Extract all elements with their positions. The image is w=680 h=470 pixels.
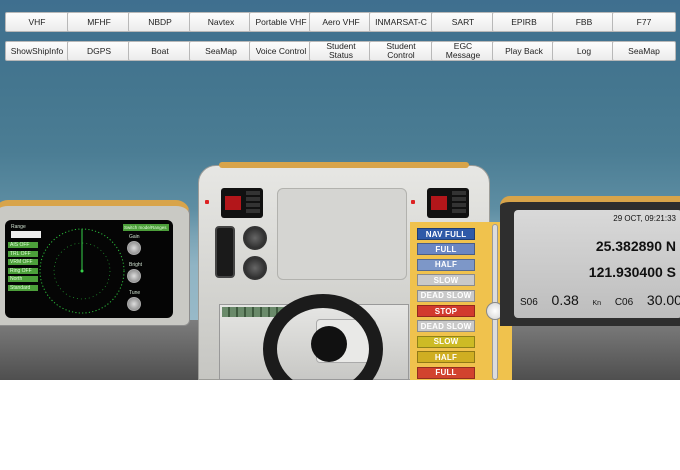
radar-knob[interactable]	[127, 297, 141, 311]
gps-speed-course-row: S06 0.38 Kn C06 30.00	[520, 292, 680, 308]
radar-option-button-3[interactable]: Ring OFF	[8, 267, 38, 274]
dial-knob-1[interactable]	[243, 226, 267, 250]
toolbar1-button-5[interactable]: Aero VHF	[309, 12, 373, 32]
gps-display: 29 OCT, 09:21:33 25.382890 N 121.930400 …	[514, 210, 680, 318]
radar-option-button-1[interactable]: TRL OFF	[8, 250, 38, 257]
toolbar2-button-7[interactable]: EGC Message	[431, 41, 495, 61]
telegraph-button-1[interactable]: FULL	[417, 243, 475, 256]
radar-scope	[39, 228, 125, 314]
bridge-simulator-scene: Range AIS OFF TRL OFF VRM OFF Ring OFF North…	[0, 0, 680, 380]
toolbar2-button-2[interactable]: Boat	[128, 41, 192, 61]
toolbar2-button-4[interactable]: Voice Control	[249, 41, 313, 61]
dial-knob-2[interactable]	[243, 256, 267, 280]
telegraph-button-4[interactable]: DEAD SLOW	[417, 289, 475, 302]
toolbar1-button-4[interactable]: Portable VHF	[249, 12, 313, 32]
radar-screen: Range AIS OFF TRL OFF VRM OFF Ring OFF North…	[5, 220, 173, 318]
telegraph-button-0[interactable]: NAV FULL	[417, 228, 475, 240]
right-indicator	[427, 188, 469, 218]
toolbar2-button-3[interactable]: SeaMap	[189, 41, 253, 61]
center-display	[277, 188, 407, 280]
engine-telegraph: NAV FULL FULL HALF SLOW DEAD SLOW STOP DEAD SL…	[410, 222, 512, 380]
left-indicator	[221, 188, 263, 218]
steering-wheel-hub	[311, 326, 347, 362]
radar-option-button-4[interactable]: North	[8, 276, 38, 282]
toolbar2-button-9[interactable]: Log	[552, 41, 616, 61]
radar-option-button-5[interactable]: Standard	[8, 284, 38, 291]
gps-latitude: 25.382890 N	[595, 238, 676, 254]
gps-panel: 29 OCT, 09:21:33 25.382890 N 121.930400 …	[500, 196, 680, 326]
radar-option-button-0[interactable]: AIS OFF	[8, 242, 38, 248]
radar-option-button-2[interactable]: VRM OFF	[8, 259, 38, 265]
toolbar1-button-3[interactable]: Navtex	[189, 12, 253, 32]
toolbar1-button-10[interactable]: F77	[612, 12, 676, 32]
radar-knob[interactable]	[127, 241, 141, 255]
toolbar2-button-1[interactable]: DGPS	[67, 41, 131, 61]
radar-range-label: Range	[11, 224, 26, 230]
sog-unit: Kn	[592, 300, 602, 307]
radar-panel: Range AIS OFF TRL OFF VRM OFF Ring OFF North…	[0, 200, 190, 326]
cog-value: 30.00	[646, 292, 680, 308]
radar-knob[interactable]	[127, 269, 141, 283]
toolbar2-button-5[interactable]: Student Status	[309, 41, 373, 61]
toolbar1-button-8[interactable]: EPIRB	[492, 12, 556, 32]
telegraph-button-9[interactable]: FULL	[417, 366, 475, 379]
radar-knob-label: Tune	[129, 290, 141, 296]
toolbar1-button-1[interactable]: MFHF	[67, 12, 131, 32]
console-trim	[219, 162, 469, 168]
radio-handset[interactable]	[215, 226, 235, 278]
telegraph-button-8[interactable]: HALF	[417, 351, 475, 364]
toolbar2-button-6[interactable]: Student Control	[369, 41, 433, 61]
sog-label: S06	[520, 297, 538, 308]
toolbar1-button-0[interactable]: VHF	[5, 12, 69, 32]
toolbar1-button-9[interactable]: FBB	[552, 12, 616, 32]
toolbar1-button-6[interactable]: INMARSAT-C	[369, 12, 433, 32]
gps-datetime: 29 OCT, 09:21:33	[613, 214, 676, 223]
telegraph-button-6[interactable]: DEAD SLOW	[417, 320, 475, 333]
radar-knob-label: Bright	[129, 262, 143, 268]
cog-label: C06	[614, 297, 634, 308]
radar-mode-button[interactable]: Switch mode/Ranges	[123, 224, 169, 231]
toolbar1-button-2[interactable]: NBDP	[128, 12, 192, 32]
radar-knob-label: Gain	[129, 234, 140, 240]
telegraph-button-2[interactable]: HALF	[417, 258, 475, 271]
toolbar2-button-0[interactable]: ShowShipInfo	[5, 41, 69, 61]
gps-longitude: 121.930400 S	[588, 264, 676, 280]
toolbar1-button-7[interactable]: SART	[431, 12, 495, 32]
telegraph-button-3[interactable]: SLOW	[417, 274, 475, 287]
toolbar2-button-10[interactable]: SeaMap	[612, 41, 676, 61]
telegraph-button-7[interactable]: SLOW	[417, 335, 475, 348]
toolbar2-button-8[interactable]: Play Back	[492, 41, 556, 61]
telegraph-button-5[interactable]: STOP	[417, 305, 475, 317]
sog-value: 0.38	[551, 292, 579, 308]
